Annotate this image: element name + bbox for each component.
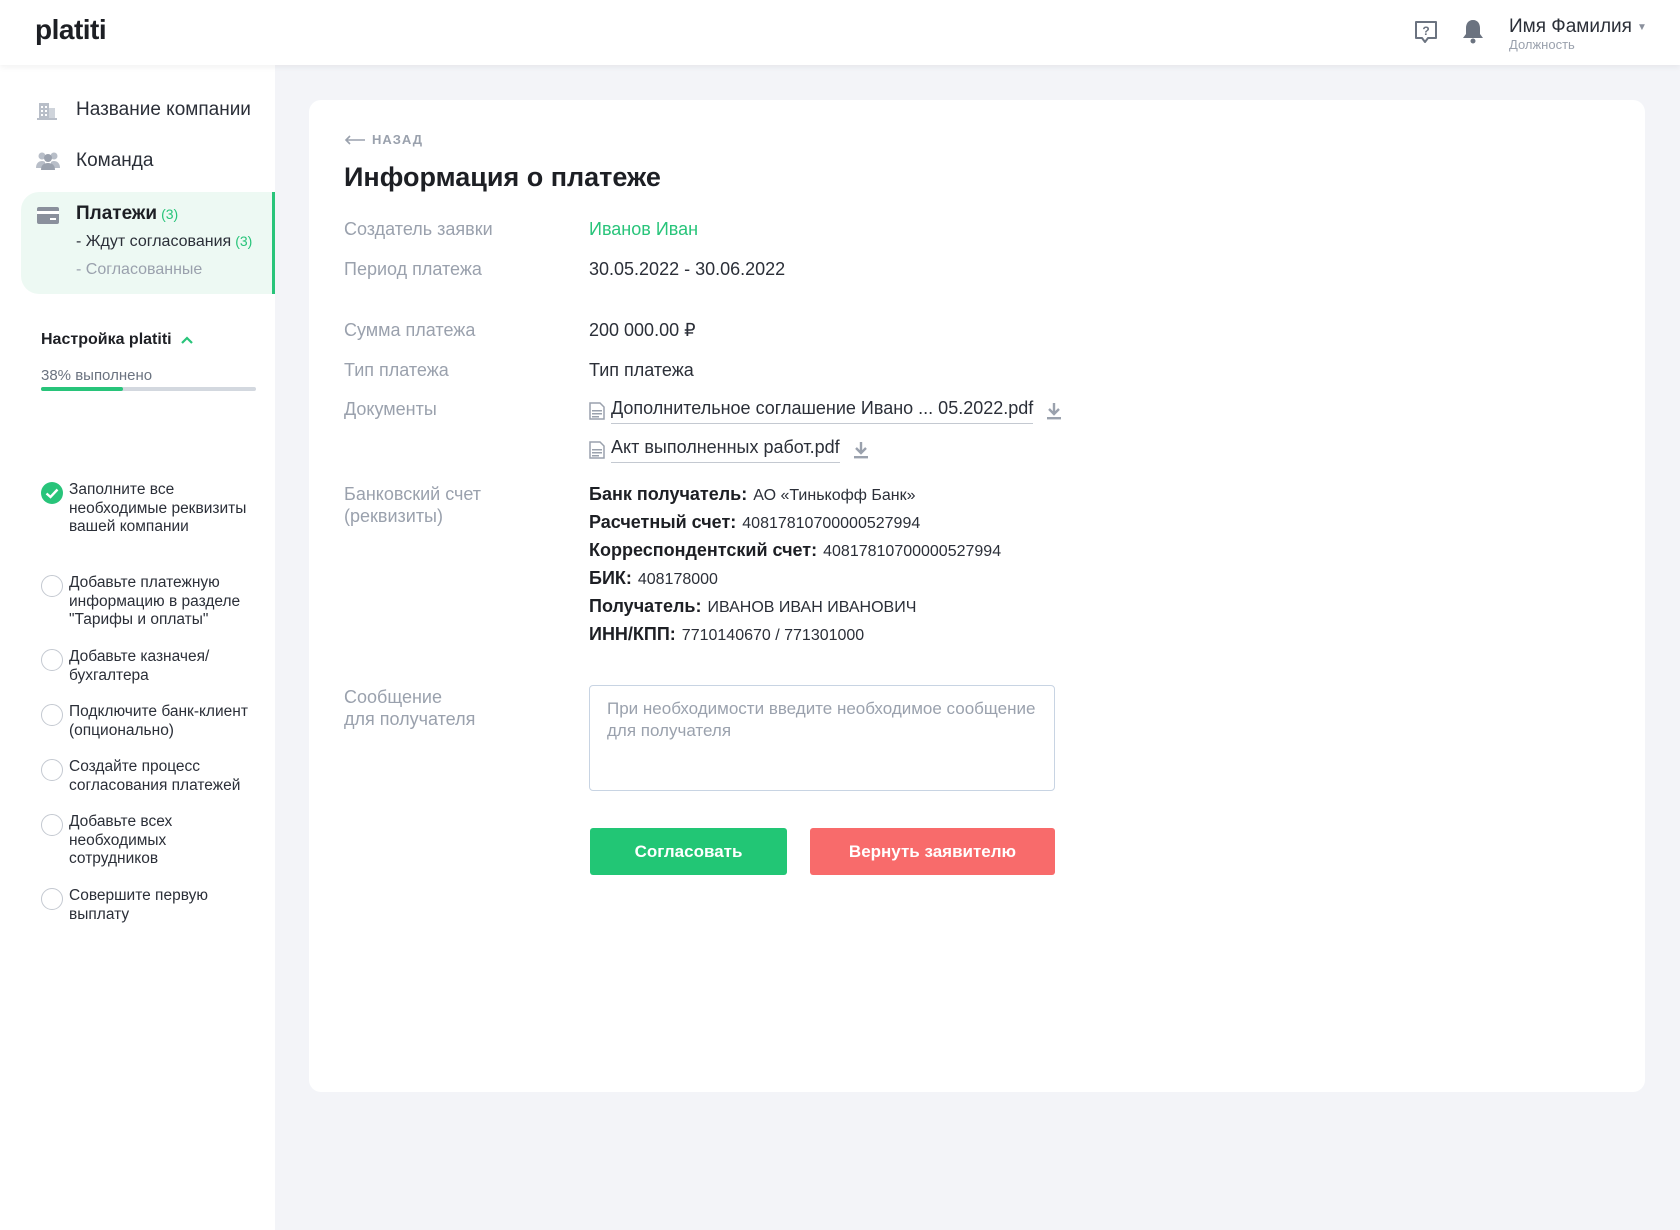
bank-row: БИК: 408178000 (589, 568, 718, 588)
period-label: Период платежа (344, 259, 482, 279)
setup-toggle[interactable]: Настройка platiti (41, 331, 194, 349)
setup-step-label: Подключите банк-клиент (опционально) (69, 703, 248, 739)
empty-circle-icon (41, 759, 63, 781)
empty-circle-icon (41, 704, 63, 726)
app-logo[interactable]: platiti (35, 14, 107, 46)
bank-row: Банк получатель: АО «Тинькофф Банк» (589, 484, 916, 504)
setup-step-label: Заполните все необходимые реквизиты ваше… (69, 481, 247, 535)
help-icon[interactable]: ? (1413, 19, 1439, 45)
setup-step[interactable]: Заполните все необходимые реквизиты ваше… (41, 481, 259, 537)
setup-step[interactable]: Совершите первую выплату (41, 887, 259, 924)
approve-button[interactable]: Согласовать (590, 828, 787, 875)
setup-step[interactable]: Создайте процесс согласования платежей (41, 758, 259, 795)
empty-circle-icon (41, 888, 63, 910)
empty-circle-icon (41, 649, 63, 671)
page-title: Информация о платеже (344, 162, 661, 192)
message-input[interactable] (589, 685, 1055, 791)
user-role: Должность (1509, 37, 1575, 52)
download-icon[interactable] (852, 440, 870, 460)
empty-circle-icon (41, 575, 63, 597)
setup-step[interactable]: Добавьте всех необходимых сотрудников (41, 813, 259, 869)
check-circle-icon (41, 482, 63, 504)
setup-step-label: Создайте процесс согласования платежей (69, 758, 241, 794)
setup-step-label: Добавьте казначея/ бухгалтера (69, 648, 210, 684)
bank-row: Корреспондентский счет: 40817810700000527… (589, 540, 1002, 560)
creator-value[interactable]: Иванов Иван (589, 218, 698, 240)
pending-count: (3) (235, 233, 253, 249)
document-link[interactable]: Дополнительное соглашение Ивано ... 05.2… (611, 397, 1034, 424)
amount-value: 200 000.00 ₽ (589, 320, 696, 340)
creator-label: Создатель заявки (344, 219, 493, 239)
sidebar-subitem-pending[interactable]: - Ждут согласования (3) (76, 233, 252, 251)
bank-label: Банковский счет (реквизиты) (344, 484, 482, 526)
bank-row: Расчетный счет: 40817810700000527994 (589, 512, 921, 532)
arrow-left-icon (344, 134, 365, 145)
progress-bar (41, 387, 256, 391)
card-icon (37, 207, 59, 229)
period-value: 30.05.2022 - 30.06.2022 (589, 259, 786, 279)
payment-card (309, 100, 1645, 1092)
back-link[interactable]: НАЗАД (344, 132, 423, 147)
amount-label: Сумма платежа (344, 320, 476, 340)
empty-circle-icon (41, 814, 63, 836)
sidebar-subitem-approved[interactable]: - Согласованные (76, 261, 202, 279)
progress-text: 38% выполнено (41, 367, 153, 384)
building-icon (36, 99, 60, 121)
docs-label: Документы (344, 399, 437, 419)
bank-row: Получатель: ИВАНОВ ИВАН ИВАНОВИЧ (589, 596, 917, 616)
setup-step[interactable]: Подключите банк-клиент (опционально) (41, 703, 259, 740)
setup-step[interactable]: Добавьте платежную информацию в разделе … (41, 574, 259, 630)
type-label: Тип платежа (344, 360, 449, 380)
bell-icon[interactable] (1461, 18, 1485, 44)
bank-row: ИНН/КПП: 7710140670 / 771301000 (589, 624, 865, 644)
message-label: Сообщение для получателя (344, 687, 476, 729)
file-icon (589, 401, 605, 420)
setup-step-label: Совершите первую выплату (69, 887, 208, 923)
payments-label[interactable]: Платежи (3) (76, 203, 178, 225)
download-icon[interactable] (1045, 401, 1063, 421)
setup-step[interactable]: Добавьте казначея/ бухгалтера (41, 648, 259, 685)
progress-fill (41, 387, 123, 391)
document-link[interactable]: Акт выполненных работ.pdf (611, 436, 840, 463)
team-icon (36, 150, 60, 172)
return-button[interactable]: Вернуть заявителю (810, 828, 1055, 875)
payments-count: (3) (161, 206, 179, 222)
user-name[interactable]: Имя Фамилия (1509, 16, 1632, 38)
setup-step-label: Добавьте платежную информацию в разделе … (69, 574, 241, 628)
sidebar-item-team[interactable]: Команда (36, 150, 153, 172)
sidebar-item-company[interactable]: Название компании (36, 99, 251, 121)
document-item: Акт выполненных работ.pdf (589, 436, 870, 463)
file-icon (589, 440, 605, 459)
sidebar: Название компании Команда Платежи (3) - Ж… (0, 65, 275, 1230)
sidebar-item-label: Название компании (76, 99, 251, 120)
svg-text:?: ? (1422, 24, 1429, 38)
top-header: platiti ? Имя Фамилия ▼ Должность (0, 0, 1680, 65)
chevron-up-icon (180, 336, 193, 344)
chevron-down-icon[interactable]: ▼ (1637, 22, 1647, 33)
type-value: Тип платежа (589, 360, 694, 380)
sidebar-item-label: Команда (76, 150, 154, 171)
document-item: Дополнительное соглашение Ивано ... 05.2… (589, 397, 1063, 424)
setup-step-label: Добавьте всех необходимых сотрудников (69, 813, 173, 867)
